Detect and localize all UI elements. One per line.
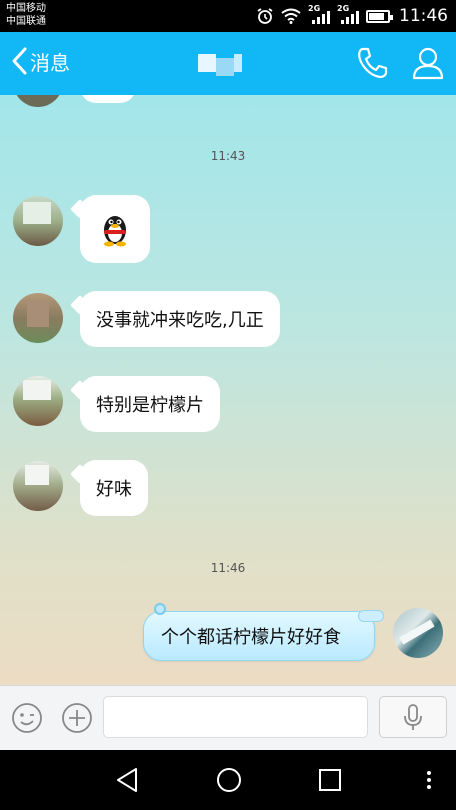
nav-recents-button[interactable] (317, 766, 343, 798)
chevron-left-icon (12, 47, 27, 75)
message-bubble-outgoing[interactable]: 个个都话柠檬片好好食 (143, 603, 384, 661)
avatar[interactable] (13, 461, 63, 511)
person-icon (412, 47, 444, 80)
home-circle-icon (217, 768, 241, 792)
nav-home-button[interactable] (215, 766, 243, 798)
back-button[interactable]: 消息 (10, 46, 70, 76)
contact-profile-button[interactable] (412, 46, 444, 84)
call-button[interactable] (356, 46, 388, 84)
outgoing-message-text: 个个都话柠檬片好好食 (161, 627, 341, 648)
sim2-signal-icon: 2G (337, 4, 359, 25)
voice-input-button[interactable] (379, 696, 447, 738)
microphone-icon (404, 704, 422, 730)
contact-name-obscured (196, 52, 256, 76)
timestamp-separator: 11:46 (210, 561, 246, 575)
timestamp-separator: 11:43 (210, 149, 246, 163)
nav-back-button[interactable] (114, 766, 140, 798)
bubble-decoration-icon (358, 610, 384, 622)
carrier-2: 中国联通 (6, 16, 46, 27)
battery-icon (366, 9, 393, 23)
qq-penguin-sticker (104, 216, 126, 247)
phone-icon (358, 47, 388, 79)
wifi-icon (281, 8, 301, 24)
status-bar: 中国移动 中国联通 2G 2G 11:46 (0, 0, 456, 32)
nav-more-button[interactable] (424, 766, 434, 798)
back-label: 消息 (30, 50, 70, 75)
chat-header: 消息 (0, 32, 456, 95)
avatar[interactable] (13, 95, 63, 107)
status-indicators: 2G 2G 11:46 (256, 4, 448, 26)
sim1-signal-icon: 2G (308, 4, 330, 25)
message-bubble-text[interactable]: 好味 (80, 460, 148, 516)
message-bubble-text[interactable]: 特别是柠檬片 (80, 376, 220, 432)
more-options-button[interactable] (61, 702, 93, 738)
battery-fill (369, 12, 384, 20)
emoji-button[interactable] (11, 702, 43, 738)
emoji-icon (12, 703, 42, 733)
avatar[interactable] (13, 196, 63, 246)
carrier-1: 中国移动 (6, 3, 46, 14)
my-avatar[interactable] (393, 608, 443, 658)
avatar[interactable] (13, 293, 63, 343)
chat-message-list[interactable]: 11:43 没事就冲来吃吃,几正 特别是柠檬片 好味 11:46 个个都话柠檬片… (0, 95, 456, 685)
alarm-icon (257, 8, 273, 24)
message-text-input[interactable] (103, 696, 368, 738)
message-bubble-partial[interactable] (80, 95, 136, 103)
message-bubble-text[interactable]: 没事就冲来吃吃,几正 (80, 291, 280, 347)
message-input-bar (0, 685, 456, 750)
android-nav-bar (0, 750, 456, 810)
plus-icon (62, 703, 92, 733)
status-time: 11:46 (399, 6, 448, 26)
header-actions (356, 46, 444, 84)
message-bubble-sticker[interactable] (80, 195, 150, 263)
carrier-labels: 中国移动 中国联通 (6, 2, 46, 28)
more-dots-icon (427, 771, 431, 789)
back-triangle-icon (117, 768, 137, 792)
avatar[interactable] (13, 376, 63, 426)
recents-square-icon (319, 769, 341, 791)
bubble-decoration-icon (154, 603, 166, 615)
